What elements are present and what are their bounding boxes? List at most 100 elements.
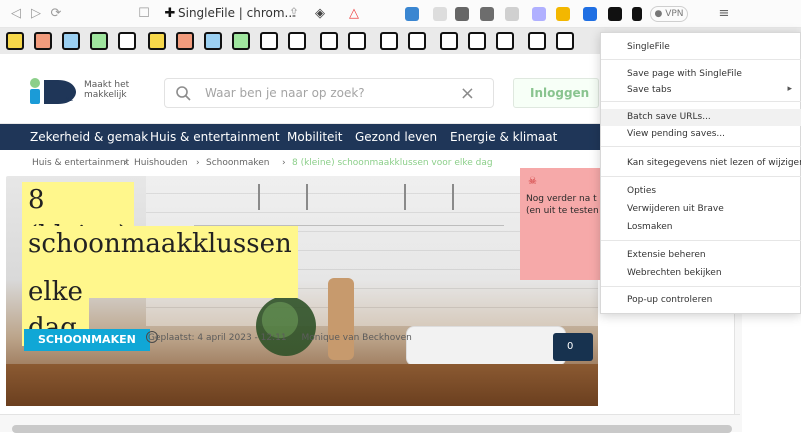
extension-icon[interactable] [405, 7, 419, 21]
print-icon[interactable] [528, 32, 546, 50]
pencil-icon[interactable] [148, 32, 166, 50]
pencil-icon[interactable] [176, 32, 194, 50]
page-icon[interactable] [348, 32, 366, 50]
menu-divider [601, 286, 801, 287]
triangle-icon[interactable]: △ [346, 6, 362, 22]
popup-text-line1: Nog verder na t [526, 194, 597, 204]
menu-divider [601, 59, 801, 60]
breadcrumb-item[interactable]: Huishouden [134, 158, 188, 168]
extension-icon[interactable] [433, 7, 447, 21]
nav-item-zekerheid[interactable]: Zekerheid & gemak [30, 130, 148, 144]
menu-item-site-data: Kan sitegegevens niet lezen of wijzigen [627, 158, 801, 168]
login-button[interactable]: Inloggen [513, 78, 599, 108]
logo-text: Maakt het makkelijk [84, 80, 129, 100]
horizontal-scrollbar[interactable] [0, 414, 740, 433]
undo-icon[interactable] [440, 32, 458, 50]
toolbar-button[interactable] [90, 32, 108, 50]
cut-icon[interactable] [380, 32, 398, 50]
search-bar[interactable]: Waar ben je naar op zoek? × [164, 78, 494, 108]
nav-item-energie-klimaat[interactable]: Energie & klimaat [450, 130, 557, 144]
svg-text:NL: NL [65, 96, 73, 103]
popup-text-line2: (en uit te testen [526, 206, 599, 216]
reload-icon[interactable]: ⟳ [48, 6, 64, 22]
breadcrumb-item[interactable]: Huis & entertainment [32, 158, 129, 168]
main-navigation: Zekerheid & gemak Huis & entertainment M… [0, 124, 600, 150]
pencil-icon[interactable] [232, 32, 250, 50]
breadcrumb-current: 8 (kleine) schoonmaakklussen voor elke d… [292, 158, 493, 168]
menu-divider [601, 240, 801, 241]
bookmark-icon[interactable]: ☐ [136, 6, 152, 22]
toolbar-button[interactable] [62, 32, 80, 50]
menu-item-view-pending[interactable]: View pending saves... [627, 129, 725, 139]
comments-button[interactable]: 0 [553, 333, 593, 361]
menu-item-options[interactable]: Opties [627, 186, 656, 196]
id-logo: NL [30, 78, 76, 104]
close-icon[interactable]: × [460, 83, 475, 104]
menu-item-save-page[interactable]: Save page with SingleFile [627, 69, 742, 79]
note-icon: ☠ [528, 176, 537, 187]
post-date: Geplaatst: 4 april 2023 - 12:11 [148, 333, 287, 343]
cut-icon[interactable] [408, 32, 426, 50]
puzzle-icon[interactable]: ✚ [162, 6, 178, 22]
comments-count: 0 [567, 341, 574, 352]
menu-divider [601, 176, 801, 177]
menu-divider [601, 101, 801, 102]
download-icon[interactable] [556, 32, 574, 50]
clear-icon[interactable] [288, 32, 306, 50]
menu-item-inspect-popup[interactable]: Pop-up controleren [627, 295, 712, 305]
menu-item-manage-extension[interactable]: Extensie beheren [627, 250, 706, 260]
nav-item-huis-entertainment[interactable]: Huis & entertainment [150, 130, 280, 144]
extension-icon[interactable] [583, 7, 597, 21]
breadcrumb-item[interactable]: Schoonmaken [206, 158, 270, 168]
eye-icon[interactable] [118, 32, 136, 50]
vpn-badge[interactable]: ● VPN [650, 6, 688, 22]
share-icon[interactable]: ⇪ [286, 6, 302, 22]
toolbar-button[interactable] [6, 32, 24, 50]
redo-icon[interactable] [496, 32, 514, 50]
nav-item-gezond-leven[interactable]: Gezond leven [355, 130, 437, 144]
author-name[interactable]: Monique van Beckhoven [301, 333, 411, 343]
extension-icon[interactable] [455, 7, 469, 21]
toolbar-button[interactable] [34, 32, 52, 50]
category-tag[interactable]: SCHOONMAKEN [24, 329, 150, 351]
undo-all-icon[interactable] [468, 32, 486, 50]
shield-icon[interactable]: ◈ [312, 6, 328, 22]
extension-icon[interactable] [532, 7, 546, 21]
forward-icon[interactable]: ▷ [28, 6, 44, 22]
submenu-arrow-icon: ▸ [787, 84, 792, 94]
vpn-label: VPN [665, 9, 684, 19]
menu-item-save-tabs[interactable]: Save tabs [627, 85, 671, 95]
menu-item-batch-save[interactable]: Batch save URLs... [627, 112, 711, 122]
extension-icon[interactable] [505, 7, 519, 21]
site-header: NL Maakt het makkelijk Waar ben je naar … [0, 54, 600, 124]
menu-item-unpin[interactable]: Losmaken [627, 222, 672, 232]
menu-divider [601, 146, 801, 147]
nav-item-mobiliteit[interactable]: Mobiliteit [287, 130, 342, 144]
tab-title[interactable]: SingleFile | chrom... [178, 6, 296, 20]
sink-image [406, 326, 566, 366]
menu-item-web-permissions[interactable]: Webrechten bekijken [627, 268, 722, 278]
extension-context-menu: SingleFile Save page with SingleFile Sav… [600, 32, 801, 314]
breadcrumb-separator-icon: › [282, 158, 286, 168]
popup-note: ☠ Nog verder na t (en uit te testen [520, 168, 606, 280]
sidebar-icon[interactable] [632, 7, 642, 21]
breadcrumb: Huis & entertainment › Huishouden › Scho… [0, 150, 600, 176]
browser-toolbar: ◁ ▷ ⟳ ☐ ✚ SingleFile | chrom... ⇪ ◈ △ ● … [0, 0, 801, 28]
cutting-board-image [328, 278, 354, 360]
menu-icon[interactable]: ≡ [716, 6, 732, 22]
page-icon[interactable] [320, 32, 338, 50]
menu-item-singlefile[interactable]: SingleFile [627, 42, 670, 52]
menu-item-remove[interactable]: Verwijderen uit Brave [627, 204, 724, 214]
search-placeholder: Waar ben je naar op zoek? [205, 86, 365, 100]
logo-text-line2: makkelijk [84, 90, 127, 100]
plant-image [256, 296, 316, 356]
extension-icon[interactable] [480, 7, 494, 21]
countertop-image [6, 364, 598, 406]
search-icon [176, 86, 191, 101]
eraser-icon[interactable] [260, 32, 278, 50]
back-icon[interactable]: ◁ [8, 6, 24, 22]
pencil-icon[interactable] [204, 32, 222, 50]
puzzle-icon[interactable] [608, 7, 622, 21]
article-meta: Geplaatst: 4 april 2023 - 12:11 Monique … [148, 333, 412, 343]
extension-icon[interactable] [556, 7, 570, 21]
